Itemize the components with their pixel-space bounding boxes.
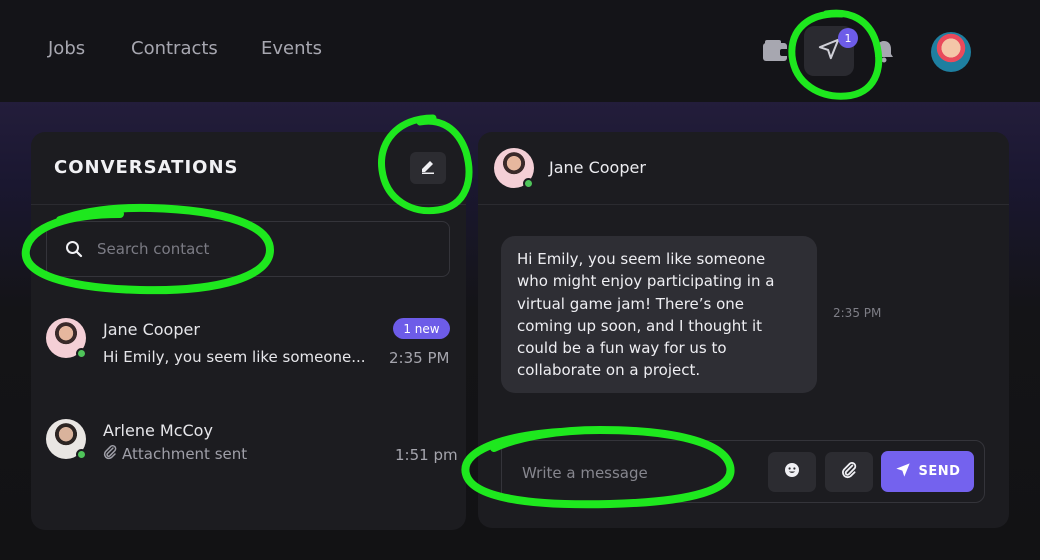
compose-button[interactable] bbox=[410, 152, 446, 184]
send-icon bbox=[895, 462, 911, 482]
search-icon bbox=[65, 240, 83, 262]
contact-preview: Hi Emily, you seem like someone... bbox=[103, 348, 366, 366]
user-avatar[interactable] bbox=[931, 32, 971, 72]
message-line: coming up soon, and I thought it bbox=[517, 316, 762, 335]
send-nav-icon bbox=[818, 38, 840, 64]
message-line: collaborate on a project. bbox=[517, 361, 701, 380]
search-contact-box bbox=[46, 221, 450, 277]
contact-time: 2:35 PM bbox=[389, 349, 450, 367]
attach-file-button[interactable] bbox=[825, 452, 873, 492]
emoji-icon bbox=[784, 462, 800, 482]
online-status-dot bbox=[76, 348, 87, 359]
conversations-divider bbox=[31, 204, 466, 205]
message-line: Hi Emily, you seem like someone bbox=[517, 250, 766, 268]
contact-preview: Attachment sent bbox=[103, 444, 247, 464]
compose-icon bbox=[420, 158, 436, 178]
chat-contact-name: Jane Cooper bbox=[549, 158, 646, 177]
paperclip-icon bbox=[841, 461, 857, 483]
send-label: SEND bbox=[918, 464, 961, 479]
chat-header-divider bbox=[478, 204, 1009, 205]
contact-name: Arlene McCoy bbox=[103, 421, 213, 440]
contact-time: 1:51 pm bbox=[395, 446, 458, 464]
contact-name: Jane Cooper bbox=[103, 320, 200, 339]
nav-link-contracts[interactable]: Contracts bbox=[131, 38, 218, 59]
paperclip-icon bbox=[103, 444, 117, 464]
message-line: could be a fun way for us to bbox=[517, 339, 727, 358]
message-line: who might enjoy participating in a bbox=[517, 272, 775, 291]
bell-icon[interactable] bbox=[872, 38, 896, 64]
message-input[interactable] bbox=[522, 462, 752, 484]
wallet-icon[interactable] bbox=[762, 38, 790, 64]
message-timestamp: 2:35 PM bbox=[833, 306, 882, 320]
online-status-dot bbox=[76, 449, 87, 460]
conversations-title: CONVERSATIONS bbox=[54, 157, 239, 178]
online-status-dot bbox=[523, 178, 534, 189]
emoji-button[interactable] bbox=[768, 452, 816, 492]
new-message-badge: 1 new bbox=[393, 318, 450, 339]
attachment-text: Attachment sent bbox=[122, 445, 248, 463]
message-line: virtual game jam! There’s one bbox=[517, 294, 745, 313]
nav-link-events[interactable]: Events bbox=[261, 38, 322, 59]
nav-link-jobs[interactable]: Jobs bbox=[48, 38, 85, 59]
notification-count-badge: 1 bbox=[838, 28, 858, 48]
search-contact-input[interactable] bbox=[97, 238, 417, 260]
message-bubble: Hi Emily, you seem like someone who migh… bbox=[501, 236, 817, 393]
send-button[interactable]: SEND bbox=[881, 451, 974, 492]
